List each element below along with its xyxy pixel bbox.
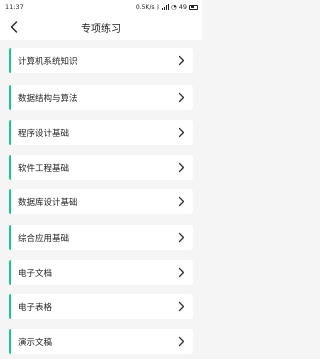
page-title: 专项练习: [81, 24, 121, 35]
subject-label: 数据库设计基础: [18, 198, 78, 208]
chevron-right-icon: [178, 127, 185, 138]
chevron-right-icon: [178, 92, 185, 103]
status-indicators: 0.5K/s ᛒ ◔ 49: [136, 3, 198, 11]
item-accent-bar: [9, 294, 11, 319]
subject-label: 演示文稿: [18, 338, 53, 348]
item-accent-bar: [9, 260, 11, 285]
chevron-right-icon: [178, 301, 185, 312]
chevron-right-icon: [178, 162, 185, 173]
signal-icon: [162, 4, 170, 10]
nav-bar: 专项练习: [0, 14, 202, 40]
chevron-right-icon: [178, 336, 185, 347]
chevron-right-icon: [178, 232, 185, 243]
subject-item[interactable]: 演示文稿: [9, 329, 193, 354]
subject-item[interactable]: 数据库设计基础: [9, 189, 193, 214]
subject-label: 程序设计基础: [18, 129, 70, 139]
subject-item[interactable]: 电子文档: [9, 260, 193, 285]
subject-label: 电子文档: [18, 269, 53, 279]
item-accent-bar: [9, 155, 11, 180]
item-accent-bar: [9, 329, 11, 354]
subject-item[interactable]: 综合应用基础: [9, 225, 193, 250]
subject-item[interactable]: 程序设计基础: [9, 120, 193, 145]
item-accent-bar: [9, 225, 11, 250]
bluetooth-icon: ᛒ: [156, 3, 161, 11]
wifi-icon: ◔: [171, 3, 177, 11]
subject-label: 电子表格: [18, 303, 53, 313]
item-accent-bar: [9, 120, 11, 145]
subject-label: 综合应用基础: [18, 234, 70, 244]
net-speed: 0.5K/s: [135, 3, 155, 11]
chevron-right-icon: [178, 55, 185, 66]
status-time: 11:37: [5, 3, 24, 11]
subject-label: 计算机系统知识: [18, 57, 78, 67]
item-accent-bar: [9, 189, 11, 214]
battery-icon: [189, 4, 198, 10]
chevron-right-icon: [178, 196, 185, 207]
item-accent-bar: [9, 85, 11, 110]
subject-label: 软件工程基础: [18, 164, 70, 174]
status-bar: 11:37 0.5K/s ᛒ ◔ 49: [0, 0, 202, 14]
item-accent-bar: [9, 48, 11, 73]
subject-item[interactable]: 电子表格: [9, 294, 193, 319]
subject-item[interactable]: 计算机系统知识: [9, 48, 193, 73]
subject-label: 数据结构与算法: [18, 94, 78, 104]
battery-level: 49: [178, 3, 187, 11]
chevron-right-icon: [178, 267, 185, 278]
subject-item[interactable]: 数据结构与算法: [9, 85, 193, 110]
subject-item[interactable]: 软件工程基础: [9, 155, 193, 180]
